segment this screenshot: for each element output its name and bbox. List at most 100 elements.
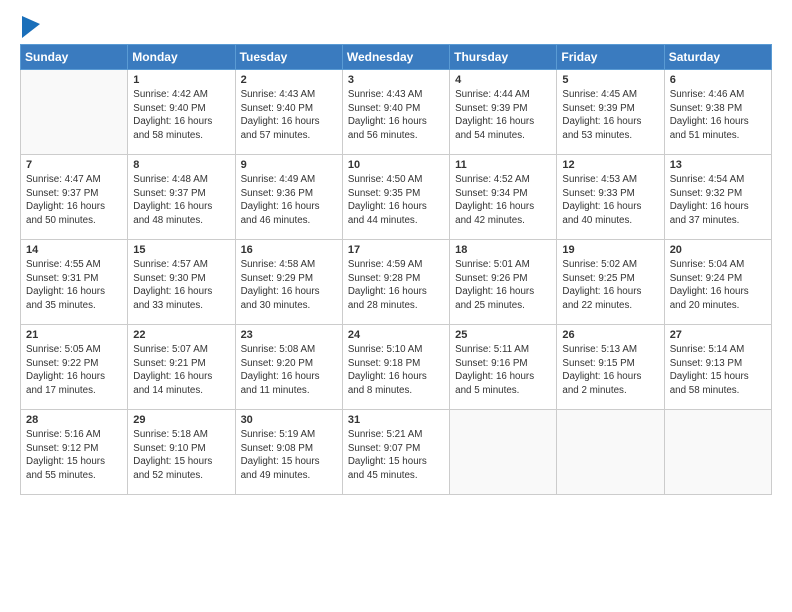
calendar-day-cell: 8 Sunrise: 4:48 AMSunset: 9:37 PMDaylight… xyxy=(128,155,235,240)
weekday-header: Sunday xyxy=(21,45,128,70)
day-info: Sunrise: 4:52 AMSunset: 9:34 PMDaylight:… xyxy=(455,173,551,228)
day-info: Sunrise: 4:43 AMSunset: 9:40 PMDaylight:… xyxy=(348,88,444,143)
calendar-day-cell: 5 Sunrise: 4:45 AMSunset: 9:39 PMDaylight… xyxy=(557,70,664,155)
day-number: 22 xyxy=(133,329,229,341)
day-info: Sunrise: 5:13 AMSunset: 9:15 PMDaylight:… xyxy=(562,343,658,398)
calendar-day-cell: 25 Sunrise: 5:11 AMSunset: 9:16 PMDayligh… xyxy=(450,325,557,410)
calendar-day-cell: 11 Sunrise: 4:52 AMSunset: 9:34 PMDayligh… xyxy=(450,155,557,240)
calendar-day-cell: 1 Sunrise: 4:42 AMSunset: 9:40 PMDaylight… xyxy=(128,70,235,155)
calendar-day-cell: 14 Sunrise: 4:55 AMSunset: 9:31 PMDayligh… xyxy=(21,240,128,325)
day-info: Sunrise: 4:45 AMSunset: 9:39 PMDaylight:… xyxy=(562,88,658,143)
day-info: Sunrise: 4:50 AMSunset: 9:35 PMDaylight:… xyxy=(348,173,444,228)
calendar-week-row: 21 Sunrise: 5:05 AMSunset: 9:22 PMDayligh… xyxy=(21,325,772,410)
day-number: 18 xyxy=(455,244,551,256)
calendar-day-cell: 31 Sunrise: 5:21 AMSunset: 9:07 PMDayligh… xyxy=(342,410,449,495)
calendar-week-row: 14 Sunrise: 4:55 AMSunset: 9:31 PMDayligh… xyxy=(21,240,772,325)
weekday-header: Tuesday xyxy=(235,45,342,70)
calendar-day-cell: 3 Sunrise: 4:43 AMSunset: 9:40 PMDaylight… xyxy=(342,70,449,155)
day-info: Sunrise: 4:55 AMSunset: 9:31 PMDaylight:… xyxy=(26,258,122,313)
calendar-day-cell xyxy=(21,70,128,155)
calendar-header: SundayMondayTuesdayWednesdayThursdayFrid… xyxy=(21,45,772,70)
page: SundayMondayTuesdayWednesdayThursdayFrid… xyxy=(0,0,792,612)
day-number: 25 xyxy=(455,329,551,341)
calendar-day-cell xyxy=(664,410,771,495)
day-number: 3 xyxy=(348,74,444,86)
calendar-day-cell: 22 Sunrise: 5:07 AMSunset: 9:21 PMDayligh… xyxy=(128,325,235,410)
day-info: Sunrise: 5:16 AMSunset: 9:12 PMDaylight:… xyxy=(26,428,122,483)
calendar-day-cell: 13 Sunrise: 4:54 AMSunset: 9:32 PMDayligh… xyxy=(664,155,771,240)
day-info: Sunrise: 4:47 AMSunset: 9:37 PMDaylight:… xyxy=(26,173,122,228)
day-info: Sunrise: 4:49 AMSunset: 9:36 PMDaylight:… xyxy=(241,173,337,228)
calendar-day-cell: 21 Sunrise: 5:05 AMSunset: 9:22 PMDayligh… xyxy=(21,325,128,410)
day-number: 5 xyxy=(562,74,658,86)
day-info: Sunrise: 5:11 AMSunset: 9:16 PMDaylight:… xyxy=(455,343,551,398)
day-number: 13 xyxy=(670,159,766,171)
day-number: 1 xyxy=(133,74,229,86)
day-info: Sunrise: 5:07 AMSunset: 9:21 PMDaylight:… xyxy=(133,343,229,398)
day-info: Sunrise: 5:05 AMSunset: 9:22 PMDaylight:… xyxy=(26,343,122,398)
day-number: 7 xyxy=(26,159,122,171)
calendar-week-row: 7 Sunrise: 4:47 AMSunset: 9:37 PMDaylight… xyxy=(21,155,772,240)
day-number: 20 xyxy=(670,244,766,256)
day-info: Sunrise: 4:59 AMSunset: 9:28 PMDaylight:… xyxy=(348,258,444,313)
day-number: 30 xyxy=(241,414,337,426)
day-info: Sunrise: 5:02 AMSunset: 9:25 PMDaylight:… xyxy=(562,258,658,313)
day-number: 6 xyxy=(670,74,766,86)
calendar-day-cell: 23Sunrise: 5:08 AMSunset: 9:20 PMDayligh… xyxy=(235,325,342,410)
calendar-day-cell: 6 Sunrise: 4:46 AMSunset: 9:38 PMDaylight… xyxy=(664,70,771,155)
day-info: Sunrise: 4:57 AMSunset: 9:30 PMDaylight:… xyxy=(133,258,229,313)
calendar-day-cell: 10 Sunrise: 4:50 AMSunset: 9:35 PMDayligh… xyxy=(342,155,449,240)
day-number: 26 xyxy=(562,329,658,341)
day-info: Sunrise: 5:19 AMSunset: 9:08 PMDaylight:… xyxy=(241,428,337,483)
day-info: Sunrise: 5:14 AMSunset: 9:13 PMDaylight:… xyxy=(670,343,766,398)
calendar-day-cell xyxy=(557,410,664,495)
day-number: 15 xyxy=(133,244,229,256)
calendar-day-cell: 29Sunrise: 5:18 AMSunset: 9:10 PMDayligh… xyxy=(128,410,235,495)
day-number: 2 xyxy=(241,74,337,86)
calendar-day-cell: 28 Sunrise: 5:16 AMSunset: 9:12 PMDayligh… xyxy=(21,410,128,495)
day-number: 19 xyxy=(562,244,658,256)
calendar-body: 1 Sunrise: 4:42 AMSunset: 9:40 PMDaylight… xyxy=(21,70,772,495)
calendar: SundayMondayTuesdayWednesdayThursdayFrid… xyxy=(20,44,772,495)
day-number: 8 xyxy=(133,159,229,171)
day-info: Sunrise: 4:54 AMSunset: 9:32 PMDaylight:… xyxy=(670,173,766,228)
day-info: Sunrise: 5:01 AMSunset: 9:26 PMDaylight:… xyxy=(455,258,551,313)
header-row: SundayMondayTuesdayWednesdayThursdayFrid… xyxy=(21,45,772,70)
day-number: 24 xyxy=(348,329,444,341)
day-info: Sunrise: 4:48 AMSunset: 9:37 PMDaylight:… xyxy=(133,173,229,228)
day-number: 31 xyxy=(348,414,444,426)
header xyxy=(20,16,772,38)
calendar-day-cell: 17 Sunrise: 4:59 AMSunset: 9:28 PMDayligh… xyxy=(342,240,449,325)
day-number: 14 xyxy=(26,244,122,256)
calendar-day-cell: 7 Sunrise: 4:47 AMSunset: 9:37 PMDaylight… xyxy=(21,155,128,240)
day-number: 4 xyxy=(455,74,551,86)
day-info: Sunrise: 4:42 AMSunset: 9:40 PMDaylight:… xyxy=(133,88,229,143)
logo-icon xyxy=(22,16,40,38)
calendar-day-cell: 19 Sunrise: 5:02 AMSunset: 9:25 PMDayligh… xyxy=(557,240,664,325)
day-info: Sunrise: 5:04 AMSunset: 9:24 PMDaylight:… xyxy=(670,258,766,313)
calendar-day-cell: 26 Sunrise: 5:13 AMSunset: 9:15 PMDayligh… xyxy=(557,325,664,410)
day-info: Sunrise: 4:46 AMSunset: 9:38 PMDaylight:… xyxy=(670,88,766,143)
weekday-header: Thursday xyxy=(450,45,557,70)
day-number: 28 xyxy=(26,414,122,426)
day-info: Sunrise: 4:53 AMSunset: 9:33 PMDaylight:… xyxy=(562,173,658,228)
day-number: 11 xyxy=(455,159,551,171)
day-info: Sunrise: 4:44 AMSunset: 9:39 PMDaylight:… xyxy=(455,88,551,143)
day-info: Sunrise: 4:43 AMSunset: 9:40 PMDaylight:… xyxy=(241,88,337,143)
weekday-header: Saturday xyxy=(664,45,771,70)
day-number: 10 xyxy=(348,159,444,171)
day-number: 17 xyxy=(348,244,444,256)
calendar-day-cell: 9Sunrise: 4:49 AMSunset: 9:36 PMDaylight… xyxy=(235,155,342,240)
day-number: 21 xyxy=(26,329,122,341)
day-number: 29 xyxy=(133,414,229,426)
calendar-day-cell: 4 Sunrise: 4:44 AMSunset: 9:39 PMDaylight… xyxy=(450,70,557,155)
day-info: Sunrise: 5:21 AMSunset: 9:07 PMDaylight:… xyxy=(348,428,444,483)
day-info: Sunrise: 5:10 AMSunset: 9:18 PMDaylight:… xyxy=(348,343,444,398)
day-number: 27 xyxy=(670,329,766,341)
calendar-week-row: 28 Sunrise: 5:16 AMSunset: 9:12 PMDayligh… xyxy=(21,410,772,495)
weekday-header: Monday xyxy=(128,45,235,70)
calendar-day-cell: 15 Sunrise: 4:57 AMSunset: 9:30 PMDayligh… xyxy=(128,240,235,325)
weekday-header: Wednesday xyxy=(342,45,449,70)
day-info: Sunrise: 5:08 AMSunset: 9:20 PMDaylight:… xyxy=(241,343,337,398)
calendar-day-cell: 12Sunrise: 4:53 AMSunset: 9:33 PMDayligh… xyxy=(557,155,664,240)
